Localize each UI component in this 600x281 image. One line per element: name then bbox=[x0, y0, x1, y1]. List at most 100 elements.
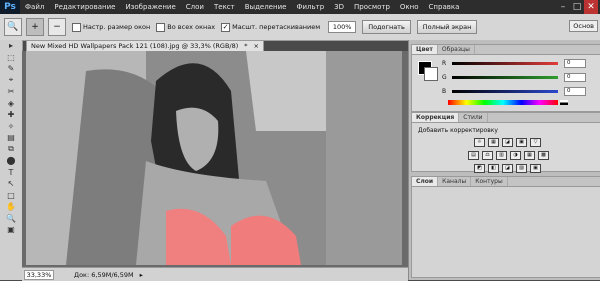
type-tool-icon[interactable]: T bbox=[0, 167, 22, 179]
all-windows-checkbox[interactable] bbox=[156, 22, 166, 32]
path-select-tool-icon[interactable]: ↖ bbox=[0, 178, 22, 190]
menu-layers[interactable]: Слои bbox=[181, 3, 209, 11]
scrubby-zoom-checkbox[interactable]: ✓ bbox=[221, 22, 231, 32]
slider-red-track[interactable] bbox=[452, 61, 558, 65]
color-swatch-icon[interactable]: ▣ bbox=[0, 224, 22, 236]
healing-brush-tool-icon[interactable]: ✚ bbox=[0, 109, 22, 121]
close-button[interactable]: ✕ bbox=[584, 0, 598, 14]
minimize-button[interactable]: – bbox=[556, 0, 570, 14]
adjustments-row-1: ☼ ▦ ◪ ▣ ▽ bbox=[474, 138, 600, 147]
photo-filter-icon[interactable]: ◑ bbox=[510, 151, 521, 160]
history-brush-tool-icon[interactable]: ⧉ bbox=[0, 144, 22, 156]
resize-windows-checkbox[interactable] bbox=[72, 22, 81, 32]
gradient-map-icon[interactable]: ▨ bbox=[516, 164, 527, 173]
slider-red[interactable]: R 0 bbox=[442, 58, 586, 68]
color-lookup-icon[interactable]: ▩ bbox=[538, 151, 549, 160]
zoom-tool-preset-icon[interactable]: 🔍 bbox=[4, 18, 22, 36]
menu-type[interactable]: Текст bbox=[209, 3, 240, 11]
menu-help[interactable]: Справка bbox=[424, 3, 465, 11]
layers-panel-tabs: Слои Каналы Контуры bbox=[412, 177, 600, 187]
all-windows-option[interactable]: Во всех окнах bbox=[156, 22, 216, 32]
adjustments-panel: Коррекция Стили Добавить корректировку ☼… bbox=[411, 112, 600, 173]
maximize-button[interactable]: □ bbox=[570, 0, 584, 14]
menu-bar: Ps Файл Редактирование Изображение Слои … bbox=[0, 0, 600, 14]
spectrum-bw-swatch[interactable] bbox=[560, 100, 568, 105]
slider-red-value[interactable]: 0 bbox=[564, 58, 586, 68]
marquee-tool-icon[interactable]: ⬚ bbox=[0, 52, 22, 64]
slider-blue-label: B bbox=[442, 87, 447, 95]
quick-select-tool-icon[interactable]: ⌖ bbox=[0, 75, 22, 87]
scrubby-zoom-option[interactable]: ✓ Масшт. перетаскиванием bbox=[221, 22, 321, 32]
all-windows-label: Во всех окнах bbox=[167, 23, 216, 31]
slider-green-value[interactable]: 0 bbox=[564, 72, 586, 82]
move-tool-icon[interactable]: ▸ bbox=[0, 40, 22, 52]
status-zoom-field[interactable]: 33,33% bbox=[24, 269, 54, 280]
exposure-icon[interactable]: ▣ bbox=[516, 138, 527, 147]
workspace-switcher[interactable]: Основ bbox=[569, 20, 598, 32]
zoom-in-icon[interactable]: + bbox=[26, 18, 44, 36]
menu-edit[interactable]: Редактирование bbox=[49, 3, 120, 11]
menu-filter[interactable]: Фильтр bbox=[291, 3, 329, 11]
hue-saturation-icon[interactable]: ▤ bbox=[468, 151, 479, 160]
tab-paths[interactable]: Контуры bbox=[471, 177, 508, 186]
color-panel-tabs: Цвет Образцы bbox=[412, 45, 600, 55]
tab-channels[interactable]: Каналы bbox=[438, 177, 472, 186]
threshold-icon[interactable]: ◪ bbox=[502, 164, 513, 173]
curves-icon[interactable]: ◪ bbox=[502, 138, 513, 147]
scrubby-zoom-label: Масшт. перетаскиванием bbox=[232, 23, 321, 31]
color-spectrum[interactable] bbox=[448, 100, 558, 105]
channel-mixer-icon[interactable]: ▦ bbox=[524, 151, 535, 160]
canvas[interactable] bbox=[26, 51, 402, 265]
slider-blue-track[interactable] bbox=[452, 89, 558, 93]
panel-dock: Цвет Образцы R 0 G 0 B 0 Коррекция Стили… bbox=[408, 40, 600, 280]
black-white-icon[interactable]: ▥ bbox=[496, 151, 507, 160]
zoom-out-icon[interactable]: − bbox=[48, 18, 66, 36]
slider-green-track[interactable] bbox=[452, 75, 558, 79]
adjustments-panel-tabs: Коррекция Стили bbox=[412, 113, 600, 123]
menu-image[interactable]: Изображение bbox=[120, 3, 180, 11]
lasso-tool-icon[interactable]: ✎ bbox=[0, 63, 22, 75]
tab-color[interactable]: Цвет bbox=[412, 45, 438, 54]
posterize-icon[interactable]: ◧ bbox=[488, 164, 499, 173]
resize-windows-label: Настр. размер окон bbox=[83, 23, 151, 31]
zoom-100-button[interactable]: 100% bbox=[328, 21, 357, 33]
slider-green[interactable]: G 0 bbox=[442, 72, 586, 82]
levels-icon[interactable]: ▦ bbox=[488, 138, 499, 147]
app-logo: Ps bbox=[0, 0, 20, 14]
background-color-swatch[interactable] bbox=[424, 67, 438, 81]
menu-view[interactable]: Просмотр bbox=[349, 3, 395, 11]
eraser-tool-icon[interactable]: ⬤ bbox=[0, 155, 22, 167]
document-tab-close-icon[interactable]: × bbox=[254, 41, 259, 51]
color-balance-icon[interactable]: ⚖ bbox=[482, 151, 493, 160]
invert-icon[interactable]: ◩ bbox=[474, 164, 485, 173]
menu-file[interactable]: Файл bbox=[20, 3, 49, 11]
resize-windows-option[interactable]: Настр. размер окон bbox=[72, 22, 151, 32]
tab-swatches[interactable]: Образцы bbox=[438, 45, 475, 54]
document-tab-title: New Mixed HD Wallpapers Pack 121 (108).j… bbox=[31, 42, 239, 50]
slider-blue[interactable]: B 0 bbox=[442, 86, 586, 96]
fit-screen-button[interactable]: Подогнать bbox=[362, 20, 411, 34]
hand-tool-icon[interactable]: ✋ bbox=[0, 201, 22, 213]
vibrance-icon[interactable]: ▽ bbox=[530, 138, 541, 147]
crop-tool-icon[interactable]: ✂ bbox=[0, 86, 22, 98]
selective-color-icon[interactable]: ▣ bbox=[530, 164, 541, 173]
status-menu-arrow-icon[interactable]: ▸ bbox=[140, 271, 143, 279]
eyedropper-tool-icon[interactable]: ◈ bbox=[0, 98, 22, 110]
document-area bbox=[22, 51, 408, 267]
tab-styles[interactable]: Стили bbox=[459, 113, 488, 122]
slider-green-label: G bbox=[442, 73, 447, 81]
shape-tool-icon[interactable]: □ bbox=[0, 190, 22, 202]
menu-window[interactable]: Окно bbox=[395, 3, 424, 11]
document-modified-marker: * bbox=[244, 42, 248, 50]
brush-tool-icon[interactable]: ✧ bbox=[0, 121, 22, 133]
fullscreen-button[interactable]: Полный экран bbox=[416, 20, 478, 34]
menu-select[interactable]: Выделение bbox=[240, 3, 292, 11]
zoom-tool-icon[interactable]: 🔍 bbox=[0, 213, 22, 225]
slider-blue-value[interactable]: 0 bbox=[564, 86, 586, 96]
tab-layers[interactable]: Слои bbox=[412, 177, 439, 186]
clone-stamp-tool-icon[interactable]: ▤ bbox=[0, 132, 22, 144]
menu-3d[interactable]: 3D bbox=[329, 3, 349, 11]
tab-adjustments[interactable]: Коррекция bbox=[412, 113, 460, 122]
window-controls: – □ ✕ bbox=[556, 0, 598, 14]
brightness-icon[interactable]: ☼ bbox=[474, 138, 485, 147]
